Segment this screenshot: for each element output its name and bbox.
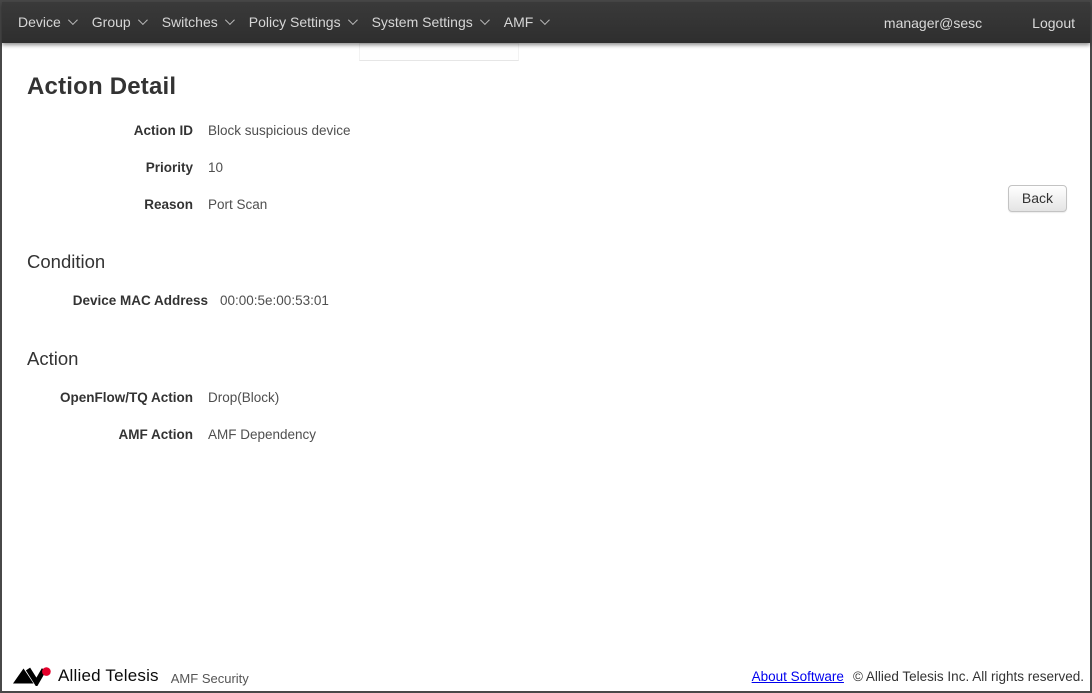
field-label: Action ID (133, 123, 193, 138)
field-row-reason: Reason Port Scan (27, 197, 1065, 213)
field-label: OpenFlow/TQ Action (60, 390, 193, 405)
back-button[interactable]: Back (1007, 185, 1067, 212)
field-row-amf-action: AMF Action AMF Dependency (27, 427, 1065, 443)
main-content: Action Detail Back Action ID Block suspi… (2, 73, 1090, 443)
copyright-text: © Allied Telesis Inc. All rights reserve… (852, 668, 1084, 684)
chevron-down-icon (479, 14, 490, 25)
field-value: 00:00:5e:00:53:01 (220, 293, 329, 308)
main-menu: Device Group Switches Policy Settings Sy… (17, 2, 563, 43)
field-label: Device MAC Address (72, 293, 208, 308)
action-fields: OpenFlow/TQ Action Drop(Block) AMF Actio… (27, 390, 1065, 443)
field-value: 10 (208, 160, 224, 175)
menu-switches-label: Switches (161, 14, 218, 30)
brand: Allied Telesis AMF Security (12, 666, 249, 686)
about-software-link[interactable]: About Software (752, 669, 844, 684)
action-section-title: Action (27, 348, 79, 369)
menu-amf[interactable]: AMF (503, 2, 551, 43)
chevron-down-icon (67, 14, 78, 25)
chevron-down-icon (224, 14, 235, 25)
field-row-priority: Priority 10 (27, 160, 1065, 176)
condition-section-title: Condition (27, 251, 106, 272)
field-label: Priority (145, 160, 193, 175)
menu-system-settings-label: System Settings (371, 14, 473, 30)
menu-group[interactable]: Group (91, 2, 148, 43)
menu-group-label: Group (91, 14, 131, 30)
field-value: Block suspicious device (208, 123, 351, 138)
navbar-right: manager@sesc Logout (884, 15, 1075, 31)
condition-fields: Device MAC Address 00:00:5e:00:53:01 (27, 293, 1065, 309)
allied-telesis-logo-icon (13, 667, 51, 686)
top-navbar: Device Group Switches Policy Settings Sy… (2, 2, 1090, 43)
menu-policy-settings-label: Policy Settings (248, 14, 341, 30)
menu-device-label: Device (18, 14, 61, 30)
menu-switches[interactable]: Switches (161, 2, 235, 43)
menu-device[interactable]: Device (17, 2, 78, 43)
system-settings-dropdown-panel (359, 43, 519, 61)
menu-system-settings[interactable]: System Settings (371, 2, 490, 43)
field-label: AMF Action (118, 427, 194, 442)
brand-name: Allied Telesis (58, 666, 159, 685)
footer: Allied Telesis AMF Security About Softwa… (2, 666, 1090, 691)
field-value: Drop(Block) (208, 390, 280, 405)
field-value: AMF Dependency (208, 427, 317, 442)
app-window: { "navbar": { "background": "#333333", "… (0, 0, 1092, 693)
logout-button[interactable]: Logout (1032, 15, 1075, 31)
footer-right: About Software © Allied Telesis Inc. All… (752, 669, 1084, 684)
logged-in-user: manager@sesc (883, 14, 983, 31)
chevron-down-icon (347, 14, 358, 25)
menu-policy-settings[interactable]: Policy Settings (248, 2, 358, 43)
field-value: Port Scan (208, 197, 268, 212)
field-row-openflow-action: OpenFlow/TQ Action Drop(Block) (27, 390, 1065, 406)
product-name: AMF Security (170, 670, 249, 686)
field-label: Reason (144, 197, 193, 212)
field-row-device-mac: Device MAC Address 00:00:5e:00:53:01 (27, 293, 1065, 309)
field-row-action-id: Action ID Block suspicious device (27, 123, 1065, 139)
chevron-down-icon (137, 14, 148, 25)
chevron-down-icon (540, 14, 551, 25)
action-detail-fields: Action ID Block suspicious device Priori… (27, 123, 1065, 213)
menu-amf-label: AMF (503, 14, 534, 30)
page-title: Action Detail (27, 73, 177, 100)
